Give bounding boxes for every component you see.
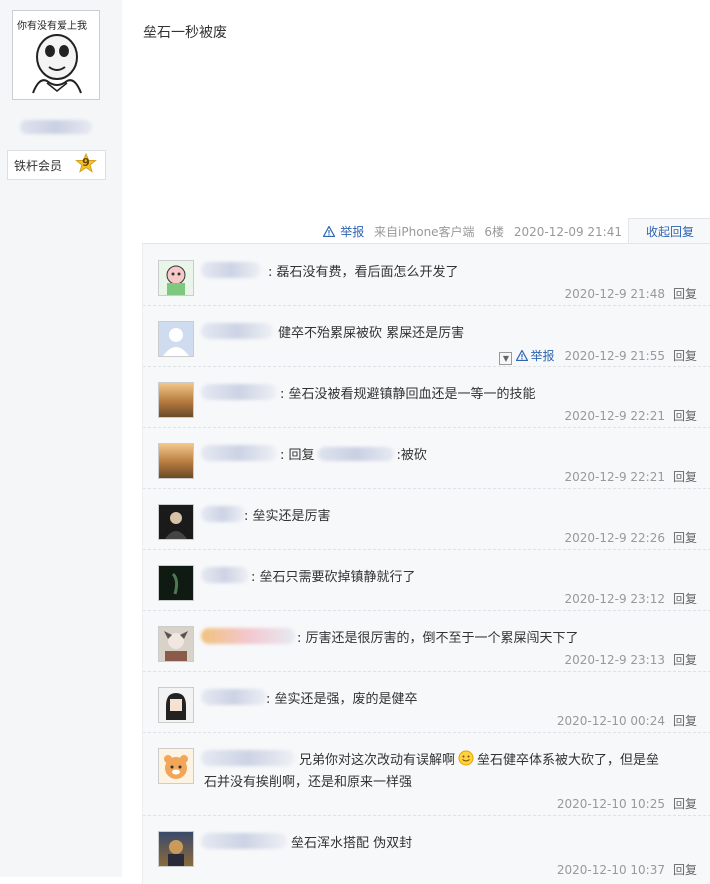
reply-time: 2020-12-9 21:55: [564, 349, 665, 363]
reply-meta: 2020-12-9 22:21 回复: [564, 407, 697, 424]
reply-username-blurred[interactable]: [201, 750, 295, 766]
dropdown-icon[interactable]: ▼: [499, 352, 513, 365]
reply-username-blurred[interactable]: [201, 628, 295, 644]
post-source: 来自iPhone客户端: [374, 225, 475, 239]
post-content: 垒石一秒被废: [143, 25, 227, 41]
member-label: 铁杆会员: [14, 159, 63, 173]
reply-button[interactable]: 回复: [673, 653, 697, 667]
avatar[interactable]: [158, 321, 194, 357]
reply-time: 2020-12-10 00:24: [556, 714, 665, 728]
reply-text: : 垒实还是强，废的是健卒: [266, 692, 418, 707]
reply-username-blurred[interactable]: [201, 689, 267, 705]
reply-time: 2020-12-9 21:48: [564, 287, 665, 301]
warning-icon: [515, 349, 529, 362]
reply-text-line1: 兄弟你对这次改动有误解啊 垒石健卒体系被大砍了，但是垒: [299, 750, 699, 772]
reply-text-b: 垒石健卒体系被大砍了，但是垒: [477, 753, 660, 768]
avatar[interactable]: [158, 687, 194, 723]
reply-time: 2020-12-9 22:21: [564, 409, 665, 423]
reply-text-wrap: : 回复 :被砍: [280, 445, 699, 467]
reply-text: :被砍: [396, 448, 427, 463]
reply-text: 兄弟你对这次改动有误解啊: [299, 753, 456, 768]
reply-time: 2020-12-9 22:21: [564, 470, 665, 484]
user-avatar[interactable]: 你有没有爱上我: [12, 10, 100, 100]
reply-meta: 2020-12-9 23:12 回复: [564, 590, 697, 607]
reply-list: : 磊石没有费，看后面怎么开发了 2020-12-9 21:48 回复 健卒不殆累…: [142, 243, 710, 884]
member-badge[interactable]: 铁杆会员 9: [7, 150, 106, 180]
smile-emoji-icon: [458, 750, 474, 766]
reply-meta: 2020-12-10 10:37 回复: [557, 861, 697, 878]
post-tail: 举报 来自iPhone客户端 6楼 2020-12-09 21:41: [317, 223, 622, 241]
list-item: : 磊石没有费，看后面怎么开发了 2020-12-9 21:48 回复: [143, 244, 710, 306]
report-label: 举报: [530, 349, 555, 363]
level-number: 9: [82, 156, 90, 169]
reply-username-blurred[interactable]: [201, 384, 277, 400]
post-floor: 6楼: [484, 225, 505, 239]
list-item: : 垒实还是厉害 2020-12-9 22:26 回复: [143, 488, 710, 550]
list-item: 兄弟你对这次改动有误解啊 垒石健卒体系被大砍了，但是垒 石并没有挨削啊，还是和原来…: [143, 732, 710, 816]
avatar[interactable]: [158, 382, 194, 418]
reply-meta: 2020-12-9 22:21 回复: [564, 468, 697, 485]
reply-text: : 垒石没被看规避镇静回血还是一等一的技能: [280, 387, 536, 402]
reply-username-blurred[interactable]: [201, 323, 273, 339]
reply-username-blurred[interactable]: [201, 833, 287, 849]
level-star-icon: 9: [75, 152, 97, 175]
reply-meta: 2020-12-9 23:13 回复: [564, 651, 697, 668]
list-item: 垒石浑水搭配 伪双封 2020-12-10 10:37 回复: [143, 815, 710, 884]
mentioned-user-blurred[interactable]: [317, 447, 394, 461]
reply-username-blurred[interactable]: [201, 567, 249, 583]
reply-text: 垒石浑水搭配 伪双封: [291, 836, 413, 851]
reply-button[interactable]: 回复: [673, 531, 697, 545]
reply-button[interactable]: 回复: [673, 592, 697, 606]
report-link[interactable]: 举报: [322, 225, 368, 239]
avatar[interactable]: [158, 260, 194, 296]
avatar[interactable]: [158, 831, 194, 867]
reply-text: 健卒不殆累屎被砍 累屎还是厉害: [278, 326, 465, 341]
reply-text: : 垒石只需要砍掉镇静就行了: [251, 570, 416, 585]
avatar[interactable]: [158, 443, 194, 479]
avatar[interactable]: [158, 504, 194, 540]
list-item: 健卒不殆累屎被砍 累屎还是厉害 ▼ 举报 2020-12-9 21:55 回复: [143, 305, 710, 367]
reply-prefix: : 回复: [280, 448, 315, 463]
reply-time: 2020-12-10 10:25: [556, 797, 665, 811]
warning-icon: [322, 225, 336, 238]
list-item: : 厉害还是很厉害的，倒不至于一个累屎闯天下了 2020-12-9 23:13 回…: [143, 610, 710, 672]
user-sidebar: 你有没有爱上我 铁杆会员 9: [0, 0, 122, 877]
reply-time: 2020-12-9 22:26: [564, 531, 665, 545]
list-item: : 垒石没被看规避镇静回血还是一等一的技能 2020-12-9 22:21 回复: [143, 366, 710, 428]
reply-report-link[interactable]: 举报: [515, 349, 555, 363]
reply-button[interactable]: 回复: [673, 797, 697, 811]
reply-text-c: 石并没有挨削啊，还是和原来一样强: [204, 775, 413, 790]
username-blurred[interactable]: [20, 120, 92, 134]
reply-time: 2020-12-9 23:13: [564, 653, 665, 667]
list-item: : 回复 :被砍 2020-12-9 22:21 回复: [143, 427, 710, 489]
list-item: : 垒石只需要砍掉镇静就行了 2020-12-9 23:12 回复: [143, 549, 710, 611]
reply-meta: 2020-12-10 00:24 回复: [557, 712, 697, 729]
reply-button[interactable]: 回复: [673, 714, 697, 728]
reply-username-blurred[interactable]: [201, 506, 245, 522]
reply-meta: 2020-12-9 22:26 回复: [564, 529, 697, 546]
reply-meta: ▼ 举报 2020-12-9 21:55 回复: [499, 347, 697, 365]
collapse-replies-button[interactable]: 收起回复: [628, 218, 710, 245]
reply-button[interactable]: 回复: [673, 409, 697, 423]
avatar[interactable]: [158, 748, 194, 784]
reply-meta: 2020-12-10 10:25 回复: [557, 795, 697, 812]
reply-time: 2020-12-9 23:12: [564, 592, 665, 606]
reply-meta: 2020-12-9 21:48 回复: [564, 285, 697, 302]
report-label: 举报: [340, 225, 365, 239]
reply-button[interactable]: 回复: [673, 863, 697, 877]
reply-username-blurred[interactable]: [201, 445, 277, 461]
reply-text: : 厉害还是很厉害的，倒不至于一个累屎闯天下了: [297, 631, 579, 646]
reply-text: : 垒实还是厉害: [244, 509, 331, 524]
reply-button[interactable]: 回复: [673, 287, 697, 301]
avatar[interactable]: [158, 626, 194, 662]
reply-button[interactable]: 回复: [673, 349, 697, 363]
reply-time: 2020-12-10 10:37: [556, 863, 665, 877]
list-item: : 垒实还是强，废的是健卒 2020-12-10 00:24 回复: [143, 671, 710, 733]
reply-text: : 磊石没有费，看后面怎么开发了: [268, 265, 459, 280]
reply-button[interactable]: 回复: [673, 470, 697, 484]
reply-username-blurred[interactable]: [201, 262, 261, 278]
post-time: 2020-12-09 21:41: [513, 225, 622, 239]
avatar[interactable]: [158, 565, 194, 601]
avatar-caption: 你有没有爱上我: [17, 21, 87, 32]
